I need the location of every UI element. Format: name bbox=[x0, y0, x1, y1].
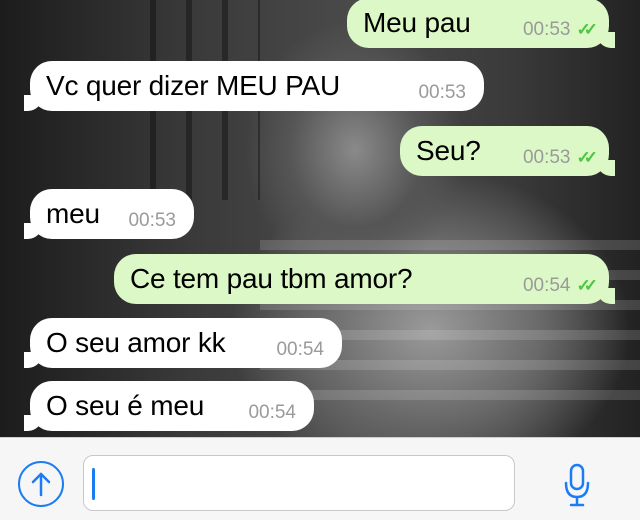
message-bubble-incoming[interactable]: meu 00:53 bbox=[24, 189, 194, 239]
message-bubble-outgoing[interactable]: Seu? 00:53 ✓✓ bbox=[400, 126, 615, 176]
microphone-icon[interactable] bbox=[555, 458, 599, 512]
message-text: O seu amor kk bbox=[46, 327, 226, 358]
message-time: 00:54 bbox=[248, 402, 296, 423]
message-bubble-incoming[interactable]: O seu amor kk 00:54 bbox=[24, 318, 342, 368]
upload-arrow-icon[interactable] bbox=[18, 461, 64, 507]
message-text: Seu? bbox=[416, 135, 481, 166]
message-bubble-incoming[interactable]: O seu é meu 00:54 bbox=[24, 381, 314, 431]
message-time: 00:54 bbox=[522, 275, 571, 296]
text-cursor bbox=[92, 468, 95, 500]
read-ticks-icon: ✓✓ bbox=[576, 276, 598, 295]
message-input-bar bbox=[0, 437, 640, 520]
message-bubble-incoming[interactable]: Vc quer dizer MEU PAU 00:53 bbox=[24, 61, 484, 111]
message-text: Vc quer dizer MEU PAU bbox=[46, 70, 341, 101]
message-text: meu bbox=[46, 198, 100, 229]
message-list: Meu pau 00:53 ✓✓ Vc quer dizer MEU PAU 0… bbox=[0, 0, 640, 437]
message-time: 00:53 bbox=[522, 147, 571, 168]
message-input-field[interactable] bbox=[83, 455, 515, 511]
message-bubble-outgoing[interactable]: Ce tem pau tbm amor? 00:54 ✓✓ bbox=[114, 254, 615, 304]
message-text: Meu pau bbox=[363, 7, 471, 38]
read-ticks-icon: ✓✓ bbox=[576, 20, 598, 39]
message-input[interactable] bbox=[84, 456, 514, 510]
message-text: Ce tem pau tbm amor? bbox=[130, 263, 413, 294]
message-time: 00:53 bbox=[128, 210, 176, 231]
message-time: 00:54 bbox=[276, 339, 324, 360]
read-ticks-icon: ✓✓ bbox=[576, 148, 598, 167]
message-time: 00:53 bbox=[418, 82, 466, 103]
message-text: O seu é meu bbox=[46, 390, 205, 421]
message-bubble-outgoing[interactable]: Meu pau 00:53 ✓✓ bbox=[347, 0, 615, 48]
message-time: 00:53 bbox=[522, 19, 571, 40]
